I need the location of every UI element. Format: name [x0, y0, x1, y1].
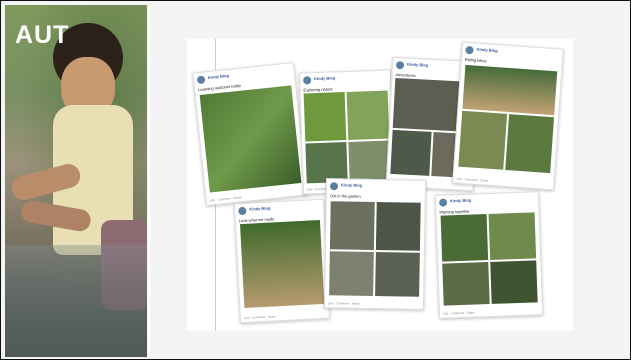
avatar	[329, 182, 339, 191]
divider	[148, 5, 150, 357]
post-photo	[505, 114, 555, 174]
post-photo	[462, 64, 558, 116]
post-photo	[329, 201, 375, 250]
post-text: Riding bikes	[464, 56, 487, 64]
post-photo	[348, 140, 391, 182]
post-text: Adventures	[395, 71, 416, 79]
post-footer: Like · Comment · Share	[327, 301, 360, 306]
social-post: Kindy Blog Riding bikes Like · Comment ·…	[452, 41, 564, 191]
post-footer: Like · Comment · Share	[243, 314, 276, 321]
avatar	[439, 198, 448, 207]
post-text: Exploring nature	[303, 86, 333, 93]
avatar	[238, 206, 247, 216]
post-photo	[490, 260, 538, 304]
avatar	[196, 75, 206, 85]
post-photo	[442, 262, 490, 306]
avatar	[395, 60, 405, 70]
muddy-water	[5, 245, 147, 357]
post-footer: Like · Comment · Share	[456, 176, 489, 183]
post-photo	[390, 129, 432, 176]
post-photo	[240, 219, 325, 309]
post-photo	[303, 92, 347, 142]
post-photo	[488, 212, 537, 260]
aut-logo: AUT	[15, 21, 70, 49]
social-post: Kindy Blog Planting together Like · Comm…	[434, 191, 544, 319]
post-text: Out in the garden	[329, 193, 361, 199]
post-photo	[458, 110, 508, 170]
post-header: Kindy Blog	[238, 203, 318, 217]
social-post: Kindy Blog Look what we made Like · Comm…	[233, 198, 331, 324]
avatar	[465, 45, 474, 55]
post-author: Kindy Blog	[476, 46, 498, 54]
social-post: Kindy Blog Out in the garden Like · Comm…	[323, 178, 427, 310]
post-author: Kindy Blog	[314, 75, 336, 82]
post-photo	[329, 251, 374, 296]
post-footer: Like · Comment · Share	[209, 195, 242, 203]
post-photo	[440, 214, 489, 262]
post-header: Kindy Blog	[439, 196, 519, 209]
avatar	[303, 76, 312, 85]
social-post: Kindy Blog Exploring nature Like · Comme…	[298, 69, 396, 195]
post-header: Kindy Blog	[303, 74, 383, 87]
post-author: Kindy Blog	[406, 61, 429, 68]
social-post: Kindy Blog Learning outdoors today Like …	[192, 62, 308, 206]
post-author: Kindy Blog	[249, 205, 271, 212]
child-photo: AUT	[5, 5, 147, 357]
slide-frame: AUT Kindy Blog Learning outdoors today L…	[0, 0, 631, 360]
post-author: Kindy Blog	[340, 182, 363, 188]
post-author: Kindy Blog	[449, 197, 472, 204]
post-photo	[199, 85, 302, 193]
post-photo	[375, 252, 420, 297]
post-photo	[375, 202, 421, 251]
post-header: Kindy Blog	[329, 182, 410, 193]
post-footer: Like · Comment · Share	[442, 310, 475, 316]
post-photo	[346, 90, 390, 140]
post-author: Kindy Blog	[207, 72, 230, 81]
